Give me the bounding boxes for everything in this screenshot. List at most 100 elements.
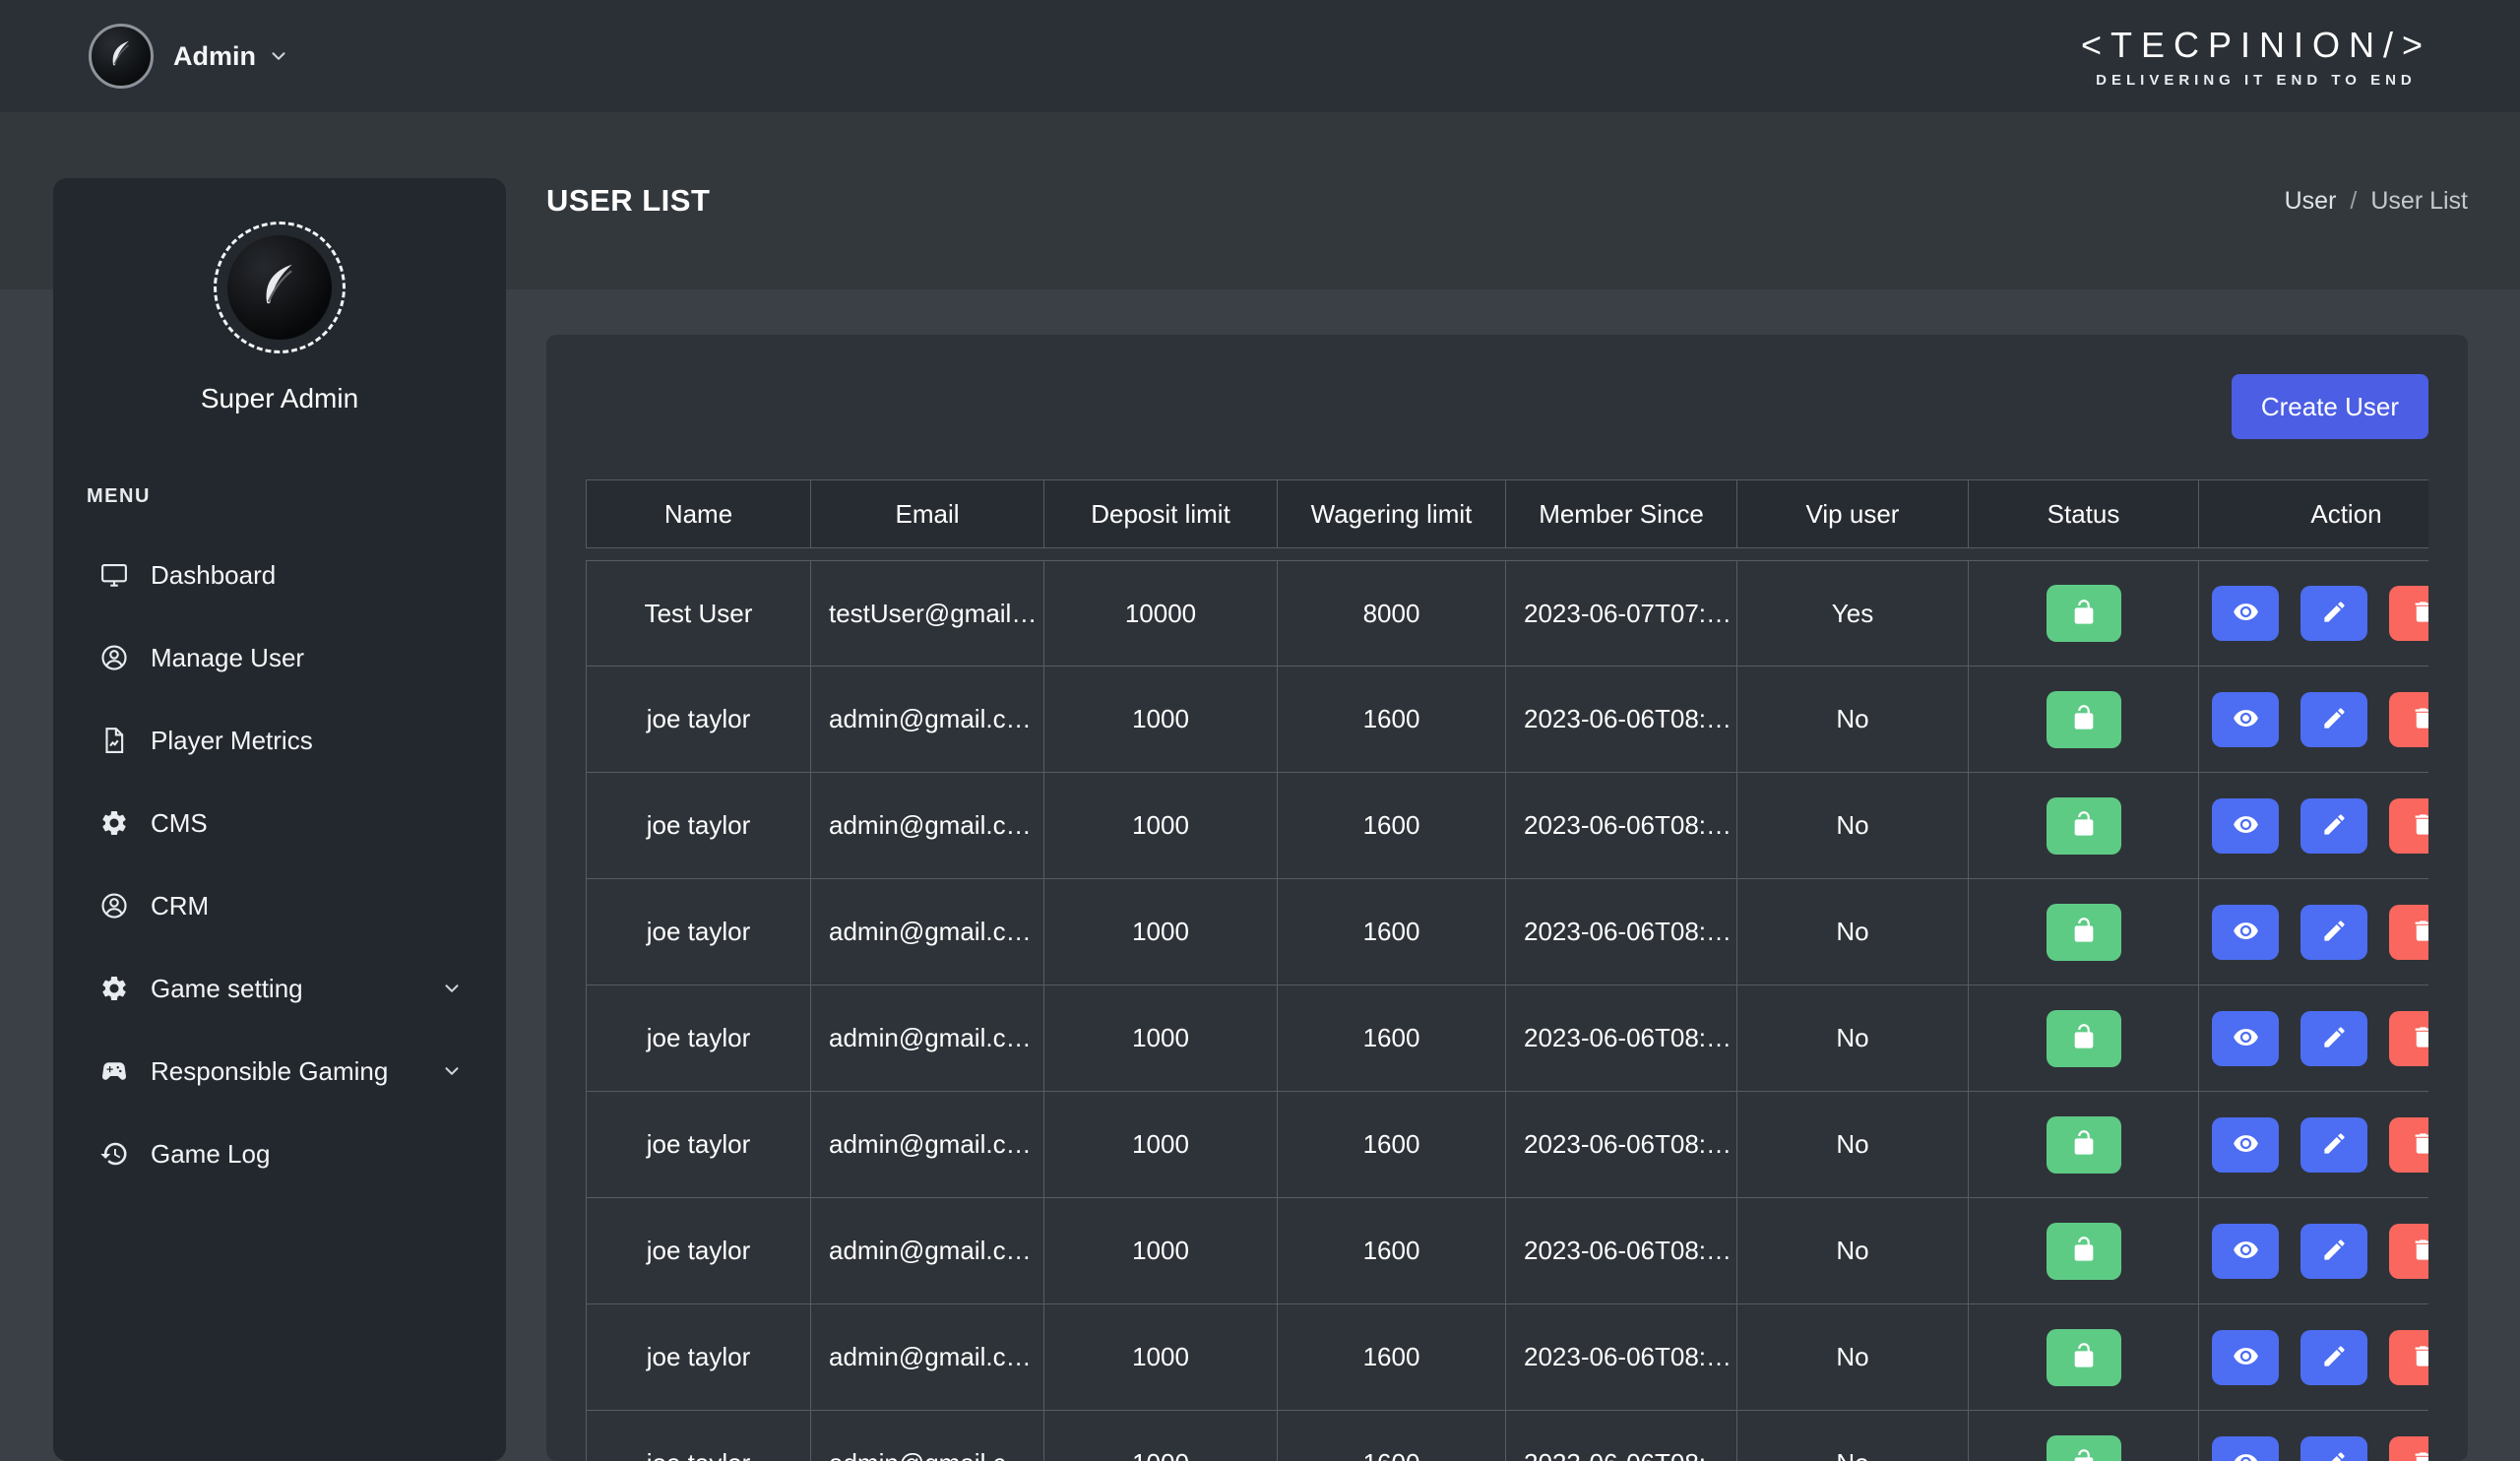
sidebar-item-game-log[interactable]: Game Log (53, 1112, 506, 1195)
cell-member-since: 2023-06-06T08:… (1506, 773, 1737, 879)
cell-wagering-limit: 1600 (1278, 1092, 1506, 1198)
cell-action (2199, 1198, 2428, 1304)
unlock-user-button[interactable] (2047, 1116, 2121, 1174)
cell-deposit-limit: 1000 (1044, 985, 1278, 1092)
cell-wagering-limit: 1600 (1278, 667, 1506, 773)
sidebar-item-label: Manage User (151, 643, 304, 673)
delete-user-button[interactable] (2389, 586, 2428, 641)
trash-icon (2410, 705, 2429, 734)
brand-avatar (89, 24, 154, 89)
delete-user-button[interactable] (2389, 1330, 2428, 1385)
delete-user-button[interactable] (2389, 1224, 2428, 1279)
edit-user-button[interactable] (2300, 1011, 2367, 1066)
edit-user-button[interactable] (2300, 1117, 2367, 1173)
cell-vip-user: No (1737, 773, 1969, 879)
cell-wagering-limit: 8000 (1278, 560, 1506, 667)
edit-user-button[interactable] (2300, 586, 2367, 641)
table-row: joe tayloradmin@gmail.c…100016002023-06-… (586, 1198, 2428, 1304)
sidebar-item-cms[interactable]: CMS (53, 782, 506, 864)
edit-user-button[interactable] (2300, 905, 2367, 960)
edit-user-button[interactable] (2300, 798, 2367, 854)
trash-icon (2410, 811, 2429, 841)
eye-icon (2233, 705, 2259, 734)
cell-status (1969, 667, 2199, 773)
view-user-button[interactable] (2212, 586, 2279, 641)
sidebar-item-game-setting[interactable]: Game setting (53, 947, 506, 1030)
cell-email: admin@gmail.c… (811, 1411, 1044, 1461)
cell-vip-user: No (1737, 1304, 1969, 1411)
delete-user-button[interactable] (2389, 1117, 2428, 1173)
delete-user-button[interactable] (2389, 692, 2428, 747)
leaf-logo-icon (251, 257, 308, 319)
view-user-button[interactable] (2212, 798, 2279, 854)
cell-action (2199, 1411, 2428, 1461)
column-header-email: Email (811, 479, 1044, 548)
edit-user-button[interactable] (2300, 1436, 2367, 1461)
delete-user-button[interactable] (2389, 798, 2428, 854)
cell-deposit-limit: 1000 (1044, 1092, 1278, 1198)
sidebar-item-player-metrics[interactable]: Player Metrics (53, 699, 506, 782)
pencil-icon (2321, 599, 2348, 628)
breadcrumb: User / User List (2285, 187, 2468, 216)
eye-icon (2233, 1343, 2259, 1372)
sidebar-item-label: Game Log (151, 1139, 270, 1170)
cell-name: Test User (586, 560, 811, 667)
delete-user-button[interactable] (2389, 1011, 2428, 1066)
menu-section-label: MENU (53, 485, 506, 508)
cell-action (2199, 560, 2428, 667)
edit-user-button[interactable] (2300, 692, 2367, 747)
cell-email: admin@gmail.c… (811, 667, 1044, 773)
delete-user-button[interactable] (2389, 905, 2428, 960)
view-user-button[interactable] (2212, 1117, 2279, 1173)
unlock-user-button[interactable] (2047, 1010, 2121, 1067)
admin-label: Admin (173, 41, 256, 72)
view-user-button[interactable] (2212, 1436, 2279, 1461)
cell-status (1969, 773, 2199, 879)
eye-icon (2233, 1130, 2259, 1160)
pencil-icon (2321, 1130, 2348, 1160)
view-user-button[interactable] (2212, 1224, 2279, 1279)
table-row: joe tayloradmin@gmail.c…100016002023-06-… (586, 1411, 2428, 1461)
breadcrumb-parent[interactable]: User (2285, 187, 2337, 216)
table-row: joe tayloradmin@gmail.c…100016002023-06-… (586, 879, 2428, 985)
cell-wagering-limit: 1600 (1278, 1411, 1506, 1461)
view-user-button[interactable] (2212, 692, 2279, 747)
sidebar-item-label: Dashboard (151, 560, 276, 591)
table-row: joe tayloradmin@gmail.c…100016002023-06-… (586, 985, 2428, 1092)
view-user-button[interactable] (2212, 1011, 2279, 1066)
create-user-button[interactable]: Create User (2232, 374, 2428, 439)
admin-dropdown[interactable]: Admin (89, 24, 289, 89)
view-user-button[interactable] (2212, 905, 2279, 960)
view-user-button[interactable] (2212, 1330, 2279, 1385)
cell-status (1969, 1304, 2199, 1411)
unlock-user-button[interactable] (2047, 691, 2121, 748)
sidebar-item-dashboard[interactable]: Dashboard (53, 534, 506, 616)
unlock-user-button[interactable] (2047, 585, 2121, 642)
unlock-user-button[interactable] (2047, 797, 2121, 855)
cell-status (1969, 1411, 2199, 1461)
brand-tagline: DELIVERING IT END TO END (2096, 72, 2417, 89)
cell-name: joe taylor (586, 773, 811, 879)
gamepad-icon (99, 1056, 129, 1086)
column-header-wagering-limit: Wagering limit (1278, 479, 1506, 548)
sidebar-item-crm[interactable]: CRM (53, 864, 506, 947)
trash-icon (2410, 918, 2429, 947)
file-chart-icon (99, 726, 129, 755)
edit-user-button[interactable] (2300, 1224, 2367, 1279)
unlock-user-button[interactable] (2047, 1329, 2121, 1386)
eye-icon (2233, 1024, 2259, 1053)
cell-deposit-limit: 1000 (1044, 1198, 1278, 1304)
edit-user-button[interactable] (2300, 1330, 2367, 1385)
unlock-user-button[interactable] (2047, 1435, 2121, 1461)
cell-name: joe taylor (586, 1198, 811, 1304)
sidebar-item-manage-user[interactable]: Manage User (53, 616, 506, 699)
unlock-user-button[interactable] (2047, 904, 2121, 961)
cell-name: joe taylor (586, 879, 811, 985)
breadcrumb-current: User List (2370, 187, 2468, 216)
sidebar-item-responsible-gaming[interactable]: Responsible Gaming (53, 1030, 506, 1112)
unlock-icon (2070, 810, 2098, 841)
cell-status (1969, 879, 2199, 985)
delete-user-button[interactable] (2389, 1436, 2428, 1461)
gear-icon (99, 808, 129, 838)
unlock-user-button[interactable] (2047, 1223, 2121, 1280)
